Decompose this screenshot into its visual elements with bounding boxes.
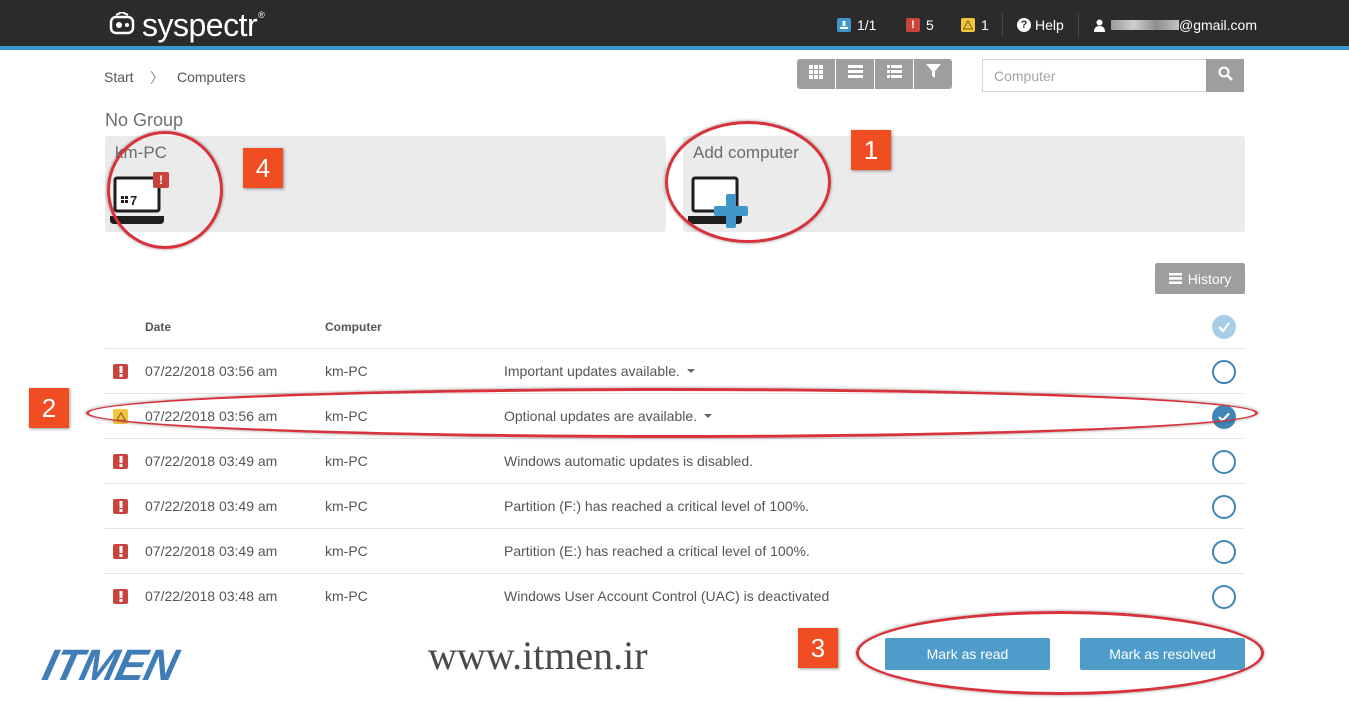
critical-alert-icon (113, 499, 128, 514)
list-view-button[interactable] (836, 59, 874, 89)
critical-alerts-counter[interactable]: ! 5 (906, 16, 934, 34)
computer-status-icon (837, 18, 851, 32)
annotation-number: 1 (851, 130, 891, 170)
filter-button[interactable] (914, 59, 952, 89)
masked-email-prefix (1111, 20, 1179, 30)
annotation-number: 2 (29, 388, 69, 428)
breadcrumb-current: Computers (177, 69, 246, 85)
notification-date: 07/22/2018 03:48 am (145, 588, 278, 604)
annotation-ring-computer-tile (107, 131, 223, 249)
warning-count: 1 (981, 17, 989, 33)
grid-view-icon (809, 64, 823, 84)
notification-message-text: Important updates available. (504, 363, 680, 379)
notification-row[interactable]: 07/22/2018 03:49 am km-PC Windows automa… (105, 438, 1244, 483)
annotation-number: 3 (798, 628, 838, 668)
critical-alert-icon (113, 364, 128, 379)
critical-alert-icon (113, 544, 128, 559)
help-label: Help (1035, 17, 1064, 33)
notification-date: 07/22/2018 03:56 am (145, 363, 278, 379)
syspectr-logo-icon (108, 10, 138, 38)
notification-message: Partition (F:) has reached a critical le… (504, 498, 810, 514)
expand-caret-icon[interactable] (686, 369, 695, 374)
notification-message: Windows User Account Control (UAC) is de… (504, 588, 830, 604)
warning-icon (961, 18, 975, 32)
brand-name: syspectr (142, 7, 258, 43)
help-link[interactable]: ? Help (1017, 16, 1064, 34)
row-select-checkbox[interactable] (1212, 540, 1236, 564)
notification-row[interactable]: 07/22/2018 03:56 am km-PC Important upda… (105, 348, 1244, 393)
select-all-checkbox[interactable] (1212, 315, 1236, 339)
search-icon (1218, 66, 1233, 86)
computers-count: 1/1 (857, 17, 877, 33)
history-list-icon (1168, 273, 1182, 284)
help-icon: ? (1017, 18, 1031, 32)
list-view-icon (847, 65, 863, 83)
row-select-checkbox[interactable] (1212, 450, 1236, 474)
registered-mark: ® (258, 10, 265, 20)
breadcrumb-separator: 〉 (150, 70, 164, 86)
critical-alert-icon: ! (906, 18, 920, 32)
notification-row[interactable]: 07/22/2018 03:49 am km-PC Partition (E:)… (105, 528, 1244, 573)
row-select-checkbox[interactable] (1212, 360, 1236, 384)
notification-computer: km-PC (325, 453, 368, 469)
notification-date: 07/22/2018 03:49 am (145, 498, 278, 514)
notification-computer: km-PC (325, 363, 368, 379)
computer-search-input[interactable] (982, 59, 1206, 92)
annotation-ring-selected-row (86, 388, 1258, 438)
notification-row[interactable]: 07/22/2018 03:49 am km-PC Partition (F:)… (105, 483, 1244, 528)
itmen-watermark-url: www.itmen.ir (428, 633, 648, 678)
history-label: History (1187, 270, 1232, 287)
itmen-watermark-logo: ITMEN (38, 641, 183, 690)
notification-computer: km-PC (325, 498, 368, 514)
warning-alerts-counter[interactable]: 1 (961, 16, 989, 34)
critical-alert-icon (113, 589, 128, 604)
search-button[interactable] (1206, 59, 1244, 92)
user-email: @gmail.com (1179, 17, 1258, 33)
user-icon (1094, 19, 1105, 32)
computers-online-counter[interactable]: 1/1 (837, 16, 876, 34)
notification-computer: km-PC (325, 588, 368, 604)
history-button[interactable]: History (1155, 263, 1245, 294)
breadcrumb-start[interactable]: Start (104, 69, 134, 85)
critical-count: 5 (926, 17, 934, 33)
header-divider (1078, 13, 1079, 37)
column-header-computer[interactable]: Computer (325, 320, 382, 334)
notification-message[interactable]: Important updates available. (504, 363, 695, 379)
detail-list-view-button[interactable] (875, 59, 913, 89)
annotation-number: 4 (243, 148, 283, 188)
notification-computer: km-PC (325, 543, 368, 559)
group-title: No Group (105, 110, 184, 130)
critical-alert-icon (113, 454, 128, 469)
annotation-ring-add-computer (665, 121, 831, 243)
user-account-menu[interactable]: @gmail.com (1094, 16, 1257, 34)
row-select-checkbox[interactable] (1212, 495, 1236, 519)
detail-list-icon (886, 65, 902, 83)
row-select-checkbox[interactable] (1212, 585, 1236, 609)
annotation-ring-action-buttons (856, 611, 1264, 695)
column-header-date[interactable]: Date (145, 320, 171, 334)
top-navigation-bar: syspectr ® 1/1 ! 5 1 ? Help @gmail.com (0, 0, 1349, 50)
header-divider (1002, 13, 1003, 37)
notification-message: Partition (E:) has reached a critical le… (504, 543, 810, 559)
syspectr-logo[interactable]: syspectr ® (108, 9, 265, 41)
filter-icon (925, 64, 941, 84)
notification-date: 07/22/2018 03:49 am (145, 543, 278, 559)
grid-view-button[interactable] (797, 59, 835, 89)
notification-message: Windows automatic updates is disabled. (504, 453, 754, 469)
notification-date: 07/22/2018 03:49 am (145, 453, 278, 469)
